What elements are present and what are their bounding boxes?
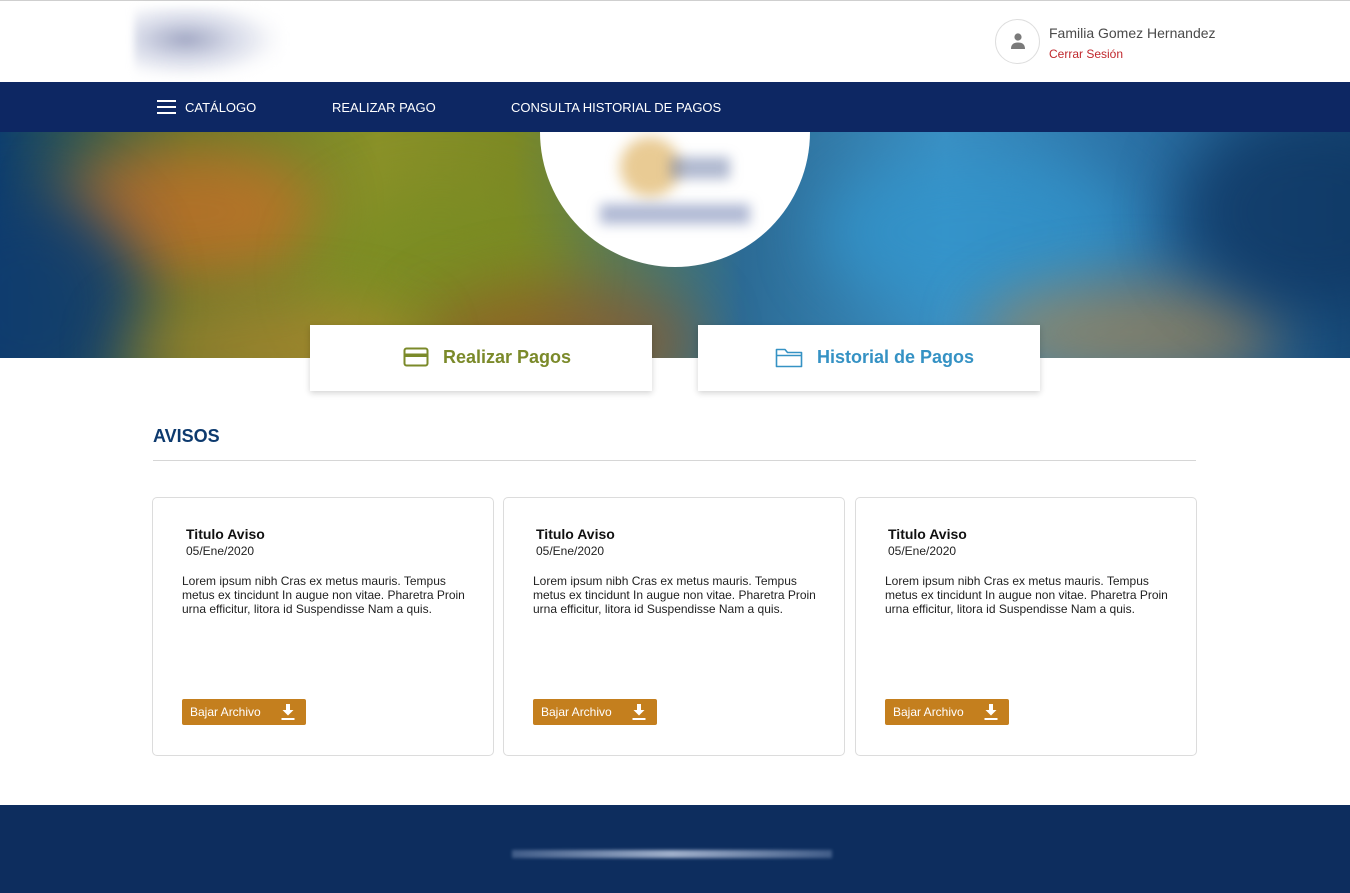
aviso-body: Lorem ipsum nibh Cras ex metus mauris. T… [533,574,816,616]
folder-icon [775,348,803,368]
main-nav: CATÁLOGO REALIZAR PAGO CONSULTA HISTORIA… [0,82,1350,132]
aviso-card: Titulo Aviso 05/Ene/2020 Lorem ipsum nib… [503,497,845,756]
aviso-title: Titulo Aviso [888,526,967,542]
realizar-pagos-button[interactable]: Realizar Pagos [310,325,652,391]
aviso-date: 05/Ene/2020 [888,544,957,558]
logout-link[interactable]: Cerrar Sesión [1049,47,1149,61]
download-icon [632,704,646,720]
avisos-heading: AVISOS [153,426,220,446]
download-icon [281,704,295,720]
avisos-divider [153,460,1196,461]
aviso-card: Titulo Aviso 05/Ene/2020 Lorem ipsum nib… [855,497,1197,756]
nav-item-realizar-pago[interactable]: REALIZAR PAGO [332,82,436,132]
download-button[interactable]: Bajar Archivo [182,699,306,725]
credit-card-icon [403,347,429,367]
download-button[interactable]: Bajar Archivo [533,699,657,725]
historial-pagos-label: Historial de Pagos [817,347,975,367]
download-button[interactable]: Bajar Archivo [885,699,1009,725]
aviso-title: Titulo Aviso [186,526,265,542]
aviso-body: Lorem ipsum nibh Cras ex metus mauris. T… [182,574,465,616]
top-header: Familia Gomez Hernandez Cerrar Sesión [0,0,1350,82]
download-button-label: Bajar Archivo [893,705,964,719]
download-button-label: Bajar Archivo [541,705,612,719]
school-logo[interactable] [134,7,282,79]
aviso-body: Lorem ipsum nibh Cras ex metus mauris. T… [885,574,1168,616]
nav-item-historial-pagos[interactable]: CONSULTA HISTORIAL DE PAGOS [511,82,721,132]
aviso-date: 05/Ene/2020 [186,544,255,558]
footer-blurred-text [512,850,832,858]
user-name: Familia Gomez Hernandez [1049,25,1216,41]
download-button-label: Bajar Archivo [190,705,261,719]
historial-pagos-button[interactable]: Historial de Pagos [698,325,1040,391]
realizar-pagos-label: Realizar Pagos [443,347,572,367]
aviso-date: 05/Ene/2020 [536,544,605,558]
aviso-title: Titulo Aviso [536,526,615,542]
aviso-card: Titulo Aviso 05/Ene/2020 Lorem ipsum nib… [152,497,494,756]
footer [0,805,1350,893]
user-avatar-icon[interactable] [995,19,1040,64]
download-icon [984,704,998,720]
menu-icon[interactable] [157,100,176,114]
nav-item-catalogo[interactable]: CATÁLOGO [185,82,256,132]
